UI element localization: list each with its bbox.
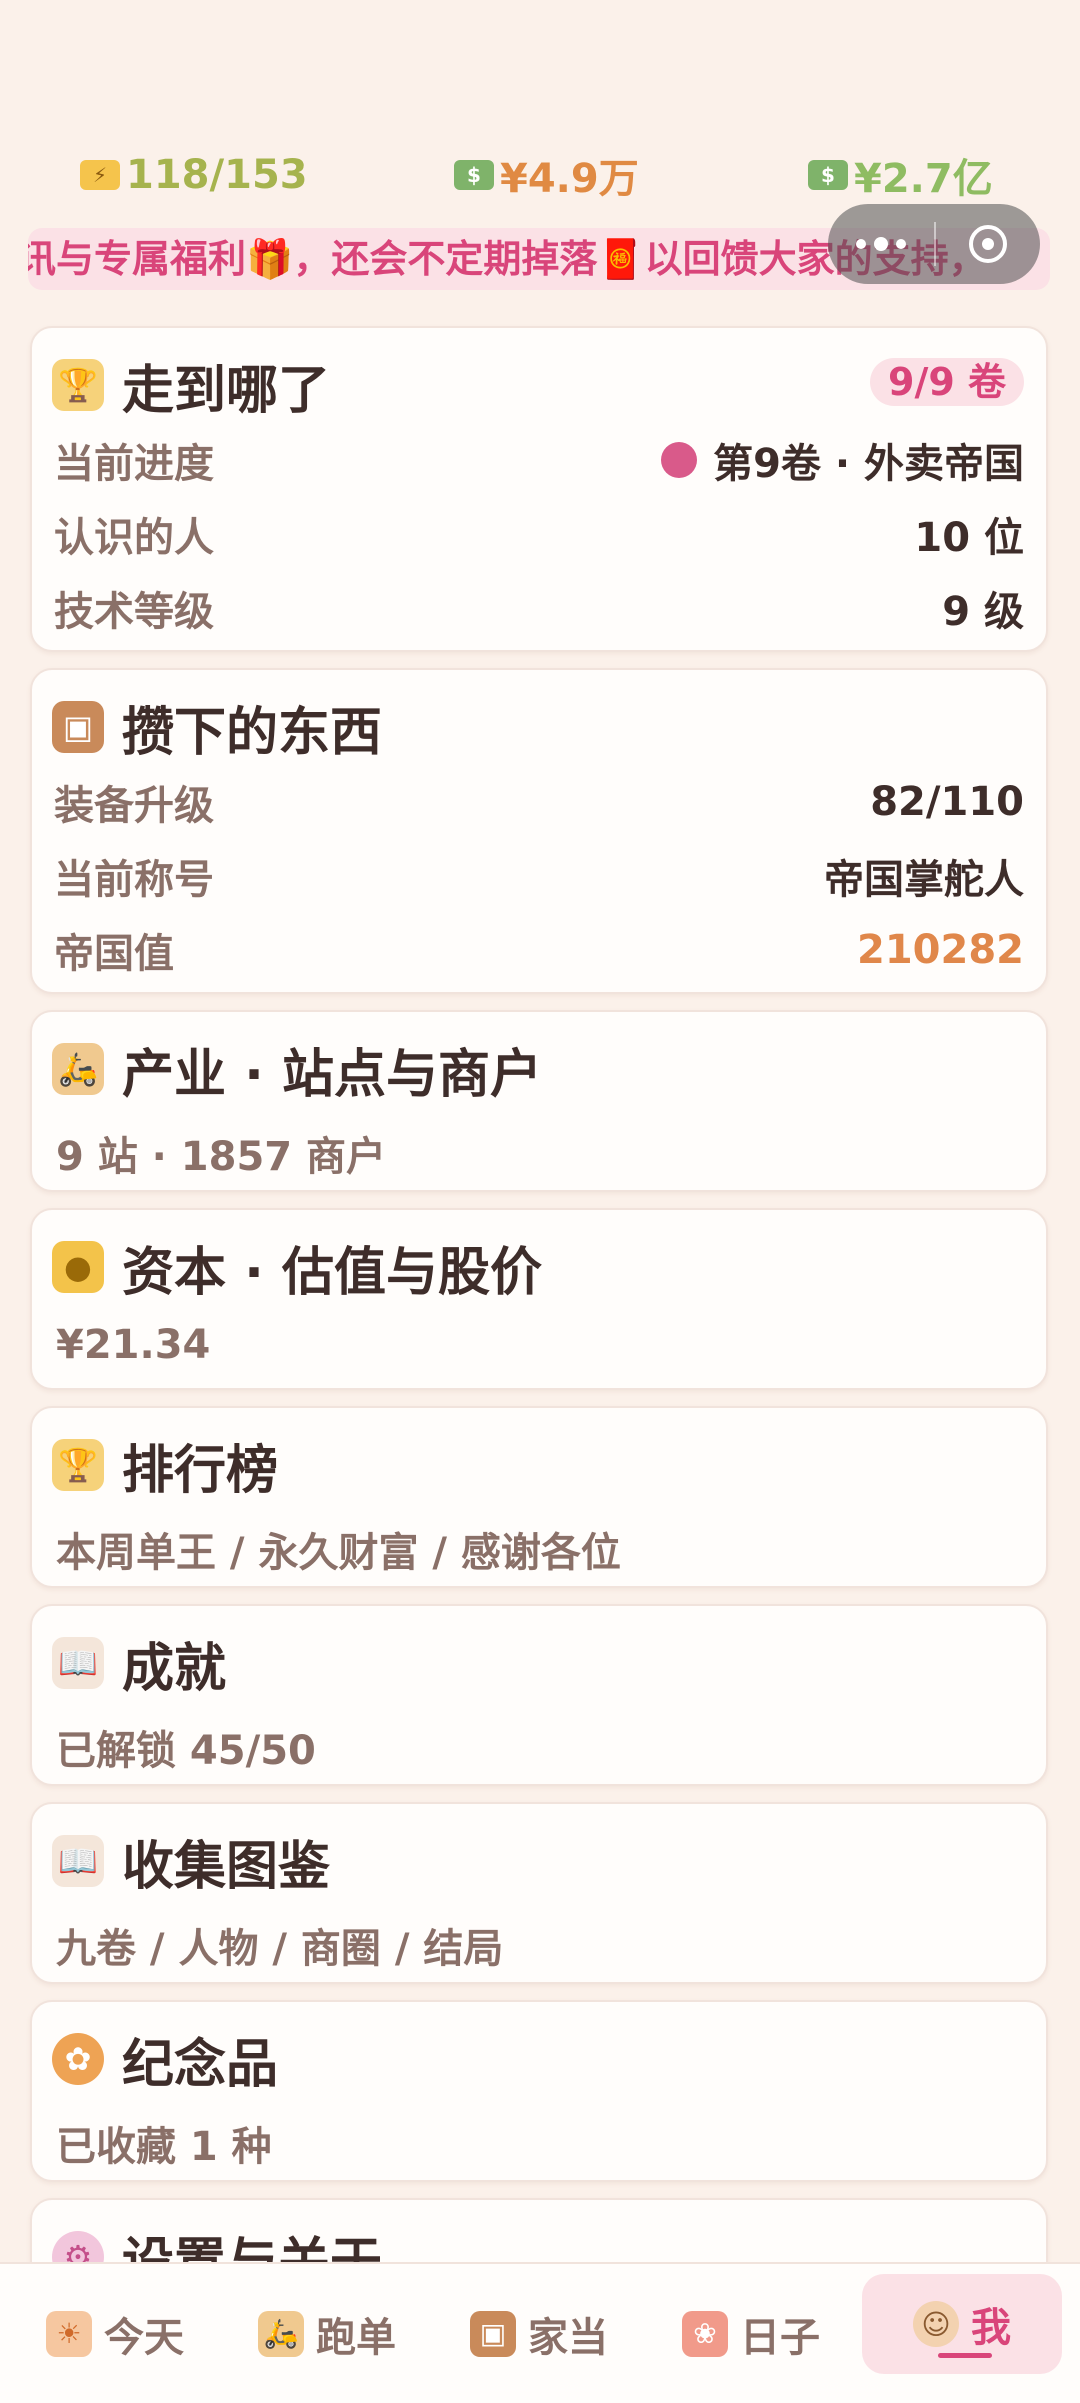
tab-me[interactable]: ☺ 我: [862, 2274, 1062, 2374]
treasure-chest-icon: ▣: [470, 2310, 516, 2357]
card-subtitle: 九卷 / 人物 / 商圈 / 结局: [56, 1926, 504, 1972]
treasure-chest-icon: ▣: [52, 701, 104, 753]
card-header: 🏆 排行榜: [52, 1430, 279, 1501]
current-volume-text: 第9卷 · 外卖帝国: [713, 441, 1024, 487]
scooter-icon: 🛵: [52, 1043, 104, 1095]
bottom-tab-bar: ☀ 今天 🛵 跑单 ▣ 家当 ❀ 日子 ☺ 我: [0, 2262, 1080, 2403]
tab-today[interactable]: ☀ 今天: [20, 2264, 210, 2403]
status-dot-icon: [661, 442, 698, 478]
achievements-card[interactable]: 📖 成就 已解锁 45/50: [30, 1604, 1048, 1786]
card-header: 📖 收集图鉴: [52, 1826, 331, 1897]
money-stack-icon: $: [808, 160, 848, 190]
card-title: 走到哪了: [122, 360, 331, 421]
row-value: 210282: [857, 927, 1024, 973]
card-subtitle: 9 站 · 1857 商户: [56, 1134, 387, 1180]
card-header: ● 资本 · 估值与股价: [52, 1232, 542, 1303]
row-value: 10 位: [914, 515, 1024, 561]
equipment-upgrade-row: 装备升级 82/110: [54, 772, 1024, 832]
tab-label: 我: [971, 2305, 1011, 2351]
card-header: 🏆 走到哪了: [52, 350, 331, 421]
card-title: 产业 · 站点与商户: [122, 1044, 542, 1105]
trophy-icon: 🏆: [52, 359, 104, 411]
resource-stats-bar: ⚡ 118/153 $ ¥4.9万 $ ¥2.7亿: [0, 140, 1080, 210]
card-title: 成就: [122, 1638, 227, 1699]
coins-icon: ●: [52, 1241, 104, 1293]
mooncake-icon: ✿: [52, 2033, 104, 2085]
row-value: 第9卷 · 外卖帝国: [661, 431, 1024, 489]
empire-value-row: 帝国值 210282: [54, 920, 1024, 980]
row-label: 帝国值: [54, 931, 174, 977]
dot-icon: [896, 239, 906, 249]
card-title: 攒下的东西: [122, 702, 383, 763]
card-header: 🛵 产业 · 站点与商户: [52, 1034, 542, 1105]
card-title: 收集图鉴: [122, 1836, 331, 1897]
avatar-icon: ☺: [913, 2301, 959, 2347]
card-subtitle: 已收藏 1 种: [56, 2124, 272, 2170]
cash-stat: $ ¥4.9万: [454, 140, 639, 210]
open-book-icon: 📖: [52, 1637, 104, 1689]
skill-level-row: 技术等级 9 级: [54, 578, 1024, 638]
assets-value: ¥2.7亿: [854, 156, 993, 202]
ticket-icon: ⚡: [80, 160, 120, 190]
row-label: 当前进度: [54, 441, 214, 487]
industry-card[interactable]: 🛵 产业 · 站点与商户 9 站 · 1857 商户: [30, 1010, 1048, 1192]
card-header: ▣ 攒下的东西: [52, 692, 383, 763]
capital-card[interactable]: ● 资本 · 估值与股价 ¥21.34: [30, 1208, 1048, 1390]
tab-label: 家当: [528, 2314, 608, 2361]
row-label: 装备升级: [54, 783, 214, 829]
tab-belongings[interactable]: ▣ 家当: [444, 2264, 634, 2403]
row-value: 82/110: [870, 779, 1024, 825]
active-tab-indicator: [938, 2353, 992, 2358]
card-subtitle: ¥21.34: [56, 1322, 211, 1368]
tab-label: 今天: [104, 2314, 184, 2361]
money-icon: $: [454, 160, 494, 190]
savings-card[interactable]: ▣ 攒下的东西 装备升级 82/110 当前称号 帝国掌舵人 帝国值 21028…: [30, 668, 1048, 994]
people-met-row: 认识的人 10 位: [54, 504, 1024, 564]
row-label: 认识的人: [54, 515, 214, 561]
cash-value: ¥4.9万: [500, 156, 639, 202]
more-options-button[interactable]: [828, 204, 934, 284]
tab-days[interactable]: ❀ 日子: [656, 2264, 846, 2403]
card-subtitle: 已解锁 45/50: [56, 1728, 316, 1774]
open-book-icon: 📖: [52, 1835, 104, 1887]
assets-stat: $ ¥2.7亿: [808, 140, 993, 210]
card-header: ✿ 纪念品: [52, 2024, 279, 2095]
energy-value: 118/153: [126, 152, 308, 198]
card-title: 资本 · 估值与股价: [122, 1242, 542, 1303]
miniprogram-capsule: [828, 204, 1040, 284]
row-value: 9 级: [942, 589, 1024, 635]
dot-icon: [856, 239, 866, 249]
cookbook-icon: ❀: [682, 2310, 728, 2357]
tab-label: 日子: [740, 2314, 820, 2361]
scooter-icon: 🛵: [258, 2310, 304, 2357]
row-label: 技术等级: [54, 589, 214, 635]
card-title: 排行榜: [122, 1440, 279, 1501]
current-title-row: 当前称号 帝国掌舵人: [54, 846, 1024, 906]
sun-calendar-icon: ☀: [46, 2310, 92, 2357]
leaderboard-card[interactable]: 🏆 排行榜 本周单王 / 永久财富 / 感谢各位: [30, 1406, 1048, 1588]
card-header: 📖 成就: [52, 1628, 227, 1699]
card-title: 纪念品: [122, 2034, 279, 2095]
volume-badge: 9/9 卷: [870, 358, 1024, 406]
collection-card[interactable]: 📖 收集图鉴 九卷 / 人物 / 商圈 / 结局: [30, 1802, 1048, 1984]
souvenirs-card[interactable]: ✿ 纪念品 已收藏 1 种: [30, 2000, 1048, 2182]
close-miniprogram-button[interactable]: [936, 204, 1040, 284]
row-label: 当前称号: [54, 857, 214, 903]
current-progress-row: 当前进度 第9卷 · 外卖帝国: [54, 430, 1024, 490]
row-value: 帝国掌舵人: [824, 857, 1024, 903]
card-subtitle: 本周单王 / 永久财富 / 感谢各位: [56, 1530, 621, 1576]
dot-icon: [874, 237, 888, 251]
tab-label: 跑单: [316, 2314, 396, 2361]
progress-card[interactable]: 🏆 走到哪了 9/9 卷 当前进度 第9卷 · 外卖帝国 认识的人 10 位 技…: [30, 326, 1048, 652]
trophy-icon: 🏆: [52, 1439, 104, 1491]
target-circle-icon: [969, 225, 1007, 263]
energy-stat: ⚡ 118/153: [80, 140, 308, 210]
tab-orders[interactable]: 🛵 跑单: [232, 2264, 422, 2403]
